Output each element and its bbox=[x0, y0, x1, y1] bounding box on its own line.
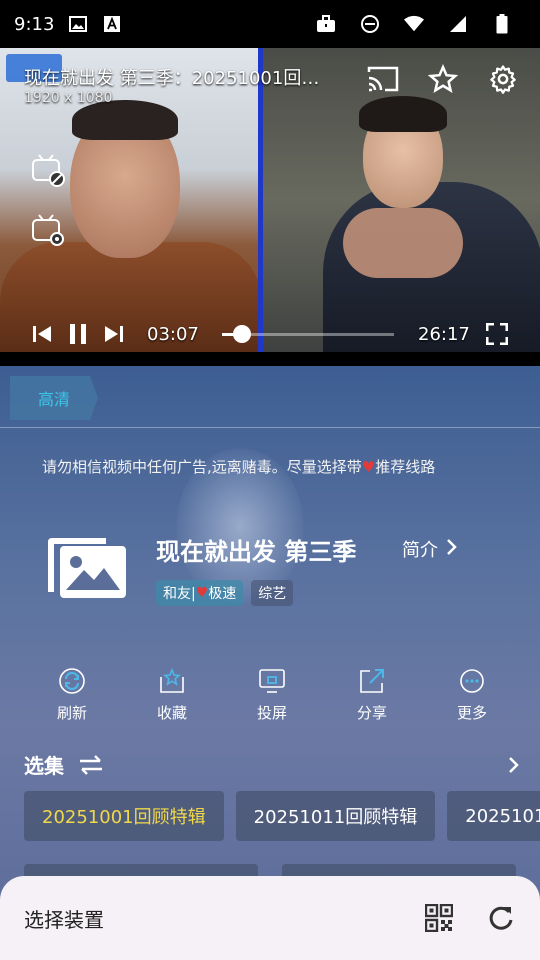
cast-button[interactable]: 投屏 bbox=[222, 666, 322, 723]
chevron-right-icon[interactable] bbox=[504, 755, 524, 775]
danmaku-settings-icon[interactable] bbox=[30, 212, 66, 248]
more-dots-icon bbox=[457, 666, 487, 696]
player-top-actions bbox=[366, 62, 520, 96]
device-selector-sheet: 选择装置 bbox=[0, 876, 540, 960]
heart-icon: ♥ bbox=[361, 458, 376, 476]
intro-link[interactable]: 简介 bbox=[402, 536, 458, 562]
danmaku-off-icon[interactable] bbox=[30, 152, 66, 188]
wifi-icon bbox=[404, 14, 424, 34]
do-not-disturb-icon bbox=[360, 14, 380, 34]
detail-panel: 高清 请勿相信视频中任何广告,远离赌毒。尽量选择带♥推荐线路 现在就出发 第三季… bbox=[0, 366, 540, 960]
episode-list: 20251001回顾特辑 20251011回顾特辑 2025101 bbox=[24, 791, 540, 841]
route-tag[interactable]: 和友| ♥ 极速 bbox=[156, 580, 244, 606]
poster-placeholder-icon bbox=[46, 536, 128, 600]
video-resolution: 1920 x 1080 bbox=[24, 90, 113, 106]
sort-swap-icon[interactable] bbox=[78, 753, 106, 777]
episode-section-title: 选集 bbox=[24, 754, 64, 778]
chevron-right-icon bbox=[446, 538, 458, 561]
heart-icon: ♥ bbox=[195, 585, 209, 601]
pause-icon[interactable] bbox=[67, 323, 89, 345]
action-bar: 刷新 收藏 投屏 分享 更多 bbox=[22, 666, 522, 723]
episode-item[interactable]: 20251011回顾特辑 bbox=[235, 791, 436, 841]
current-time: 03:07 bbox=[147, 323, 199, 345]
video-title: 现在就出发 第三季：20251001回顾特辑 bbox=[24, 68, 324, 89]
refresh-icon[interactable] bbox=[486, 903, 516, 933]
work-profile-icon bbox=[316, 14, 336, 34]
favorite-star-icon[interactable] bbox=[426, 62, 460, 96]
divider bbox=[0, 427, 540, 428]
show-title: 现在就出发 第三季 bbox=[156, 538, 357, 566]
episode-header: 选集 bbox=[24, 750, 524, 779]
seek-knob[interactable] bbox=[233, 325, 252, 343]
cellular-signal-icon bbox=[448, 14, 468, 34]
playback-controls: 03:07 26:17 bbox=[0, 316, 540, 352]
screen-cast-icon bbox=[257, 666, 287, 696]
status-bar: 9:13 bbox=[0, 0, 540, 48]
settings-gear-icon[interactable] bbox=[486, 62, 520, 96]
refresh-button[interactable]: 刷新 bbox=[22, 666, 122, 723]
total-time: 26:17 bbox=[418, 323, 470, 345]
star-box-icon bbox=[157, 666, 187, 696]
refresh-icon bbox=[57, 666, 87, 696]
sheet-title: 选择装置 bbox=[24, 907, 104, 932]
image-notification-icon bbox=[68, 14, 88, 34]
favorite-button[interactable]: 收藏 bbox=[122, 666, 222, 723]
warning-notice: 请勿相信视频中任何广告,远离赌毒。尽量选择带♥推荐线路 bbox=[42, 458, 436, 476]
video-player[interactable]: 现在就出发 第三季：20251001回顾特辑 1920 x 1080 03:07… bbox=[0, 48, 540, 352]
qr-code-icon[interactable] bbox=[424, 903, 454, 933]
show-tags: 和友| ♥ 极速 综艺 bbox=[156, 580, 294, 606]
text-notification-icon bbox=[102, 14, 122, 34]
status-time: 9:13 bbox=[14, 13, 55, 35]
share-icon bbox=[357, 666, 387, 696]
quality-tab[interactable]: 高清 bbox=[10, 376, 98, 420]
battery-icon bbox=[492, 14, 512, 34]
genre-tag: 综艺 bbox=[251, 580, 294, 606]
cast-icon[interactable] bbox=[366, 62, 400, 96]
episode-item[interactable]: 20251001回顾特辑 bbox=[24, 791, 224, 841]
more-button[interactable]: 更多 bbox=[422, 666, 522, 723]
episode-item[interactable]: 2025101 bbox=[447, 791, 540, 841]
next-icon[interactable] bbox=[103, 323, 125, 345]
share-button[interactable]: 分享 bbox=[322, 666, 422, 723]
previous-icon[interactable] bbox=[31, 323, 53, 345]
fullscreen-icon[interactable] bbox=[486, 323, 508, 345]
